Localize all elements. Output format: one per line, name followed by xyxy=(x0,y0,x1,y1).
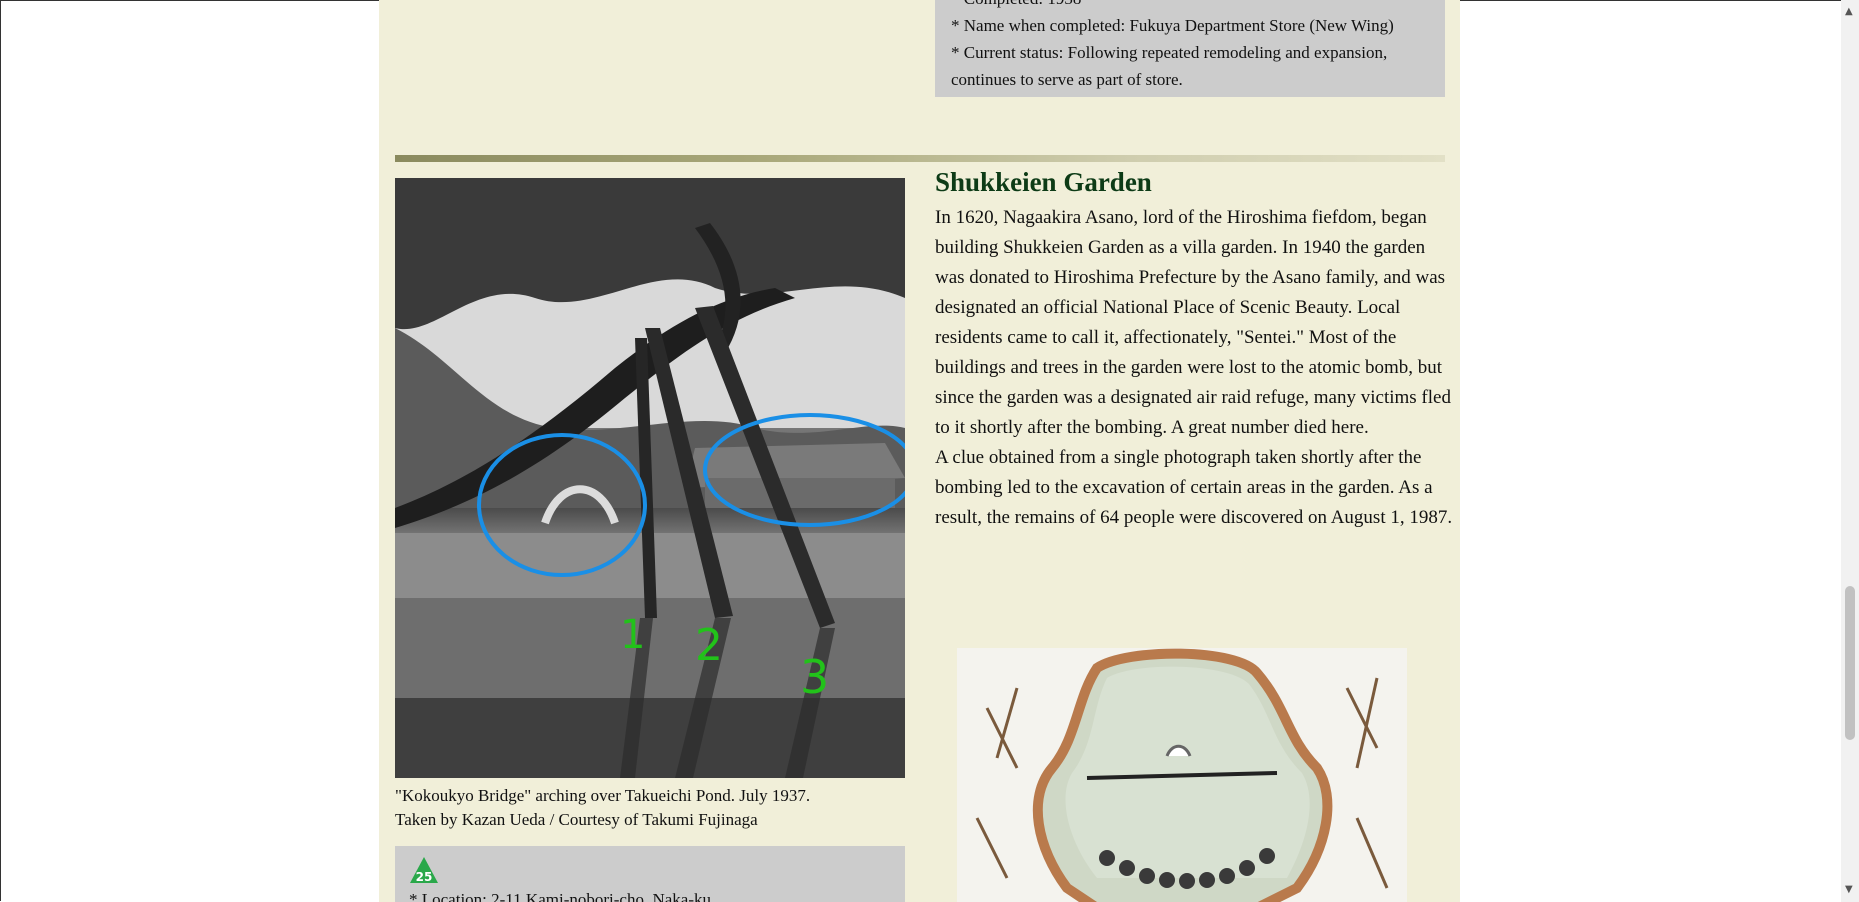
annotation-2: 2 xyxy=(695,620,723,671)
location-marker-icon: 25 xyxy=(409,856,439,884)
section-divider xyxy=(395,155,1445,162)
photo-caption: "Kokoukyo Bridge" arching over Takueichi… xyxy=(395,784,915,832)
body-paragraph-1: In 1620, Nagaakira Asano, lord of the Hi… xyxy=(935,207,1451,438)
info-status-line2: continues to serve as part of store. xyxy=(951,70,1183,89)
location-number: 25 xyxy=(416,870,433,884)
caption-line-2: Taken by Kazan Ueda / Courtesy of Takumi… xyxy=(395,810,758,829)
garden-drawing-image xyxy=(957,648,1407,902)
location-box: 25 * Location: 2-11 Kami-nobori-cho, Nak… xyxy=(395,846,905,902)
annotation-1: 1 xyxy=(620,612,645,658)
section-body: In 1620, Nagaakira Asano, lord of the Hi… xyxy=(935,203,1455,533)
annotation-3: 3 xyxy=(800,650,829,704)
location-text: * Location: 2-11 Kami-nobori-cho, Naka-k… xyxy=(409,890,711,902)
scroll-up-arrow-icon[interactable]: ▲ xyxy=(1845,6,1853,17)
info-box-fukuya: * Completed: 1938 * Name when completed:… xyxy=(935,0,1445,97)
section-title: Shukkeien Garden xyxy=(935,167,1152,197)
info-completed: * Completed: 1938 xyxy=(951,0,1429,12)
info-status-line1: * Current status: Following repeated rem… xyxy=(951,43,1388,62)
caption-line-1: "Kokoukyo Bridge" arching over Takueichi… xyxy=(395,786,811,805)
body-paragraph-2: A clue obtained from a single photograph… xyxy=(935,447,1453,528)
scrollbar-thumb[interactable] xyxy=(1845,586,1855,740)
kokoukyo-bridge-photo: 1 2 3 xyxy=(395,178,905,778)
page-content: * Completed: 1938 * Name when completed:… xyxy=(379,0,1460,902)
scroll-down-arrow-icon[interactable]: ▼ xyxy=(1845,884,1853,895)
vertical-scrollbar[interactable]: ▲ ▼ xyxy=(1841,0,1859,902)
info-name-completed: * Name when completed: Fukuya Department… xyxy=(951,16,1394,35)
